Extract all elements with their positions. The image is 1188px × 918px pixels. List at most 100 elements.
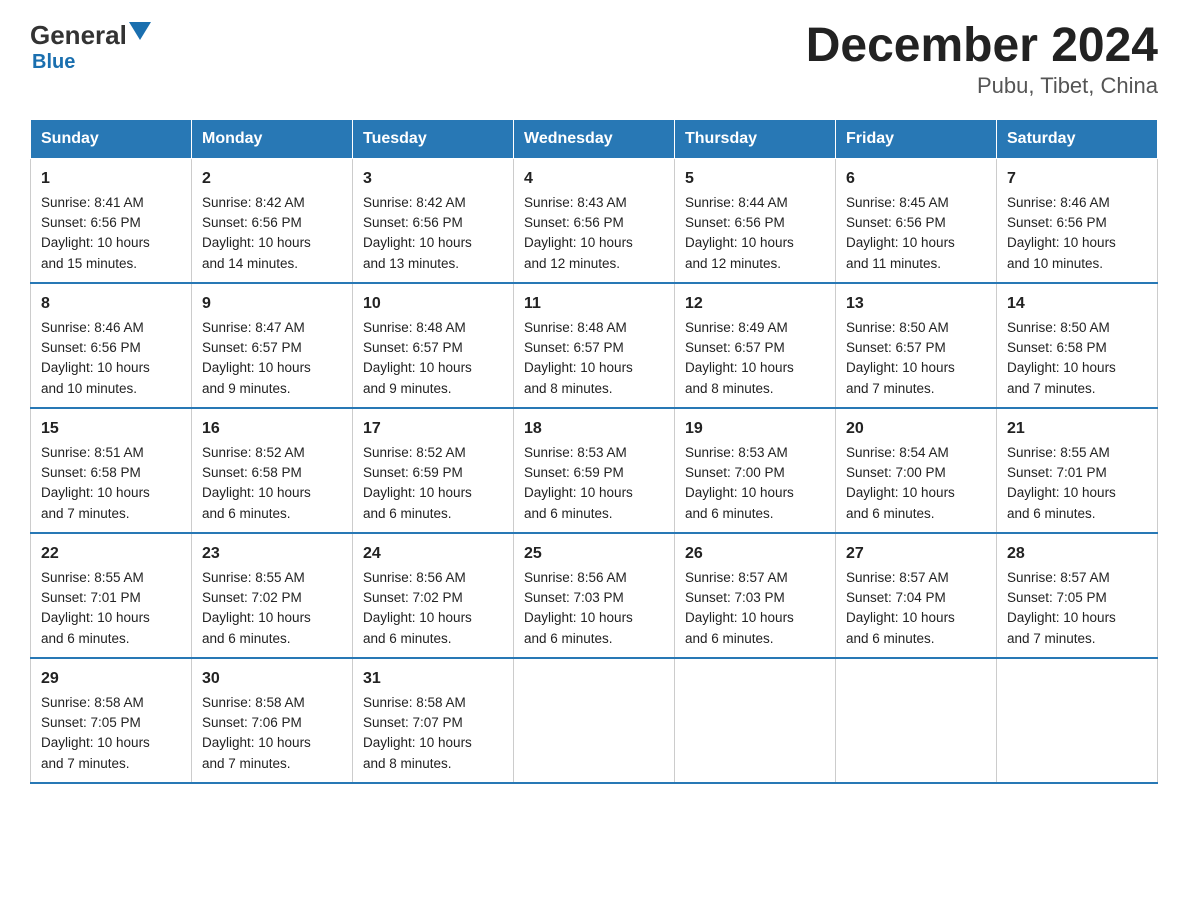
daylight-info: Daylight: 10 hours	[41, 735, 150, 750]
daylight-minutes: and 12 minutes.	[685, 256, 781, 271]
calendar-week-row: 22Sunrise: 8:55 AMSunset: 7:01 PMDayligh…	[31, 533, 1158, 658]
sunset-info: Sunset: 7:03 PM	[685, 590, 785, 605]
sunrise-info: Sunrise: 8:54 AM	[846, 445, 949, 460]
daylight-info: Daylight: 10 hours	[685, 485, 794, 500]
day-number: 3	[363, 167, 503, 191]
day-number: 30	[202, 667, 342, 691]
sunset-info: Sunset: 6:59 PM	[363, 465, 463, 480]
sunset-info: Sunset: 6:57 PM	[363, 340, 463, 355]
day-number: 2	[202, 167, 342, 191]
day-number: 21	[1007, 417, 1147, 441]
daylight-info: Daylight: 10 hours	[202, 610, 311, 625]
daylight-info: Daylight: 10 hours	[363, 735, 472, 750]
col-tuesday: Tuesday	[353, 119, 514, 158]
table-row	[675, 658, 836, 783]
daylight-minutes: and 6 minutes.	[363, 506, 452, 521]
sunset-info: Sunset: 7:01 PM	[41, 590, 141, 605]
sunrise-info: Sunrise: 8:57 AM	[685, 570, 788, 585]
daylight-minutes: and 6 minutes.	[41, 631, 130, 646]
sunset-info: Sunset: 6:56 PM	[685, 215, 785, 230]
table-row: 25Sunrise: 8:56 AMSunset: 7:03 PMDayligh…	[514, 533, 675, 658]
daylight-minutes: and 6 minutes.	[524, 631, 613, 646]
daylight-minutes: and 15 minutes.	[41, 256, 137, 271]
table-row: 12Sunrise: 8:49 AMSunset: 6:57 PMDayligh…	[675, 283, 836, 408]
table-row	[997, 658, 1158, 783]
sunrise-info: Sunrise: 8:41 AM	[41, 195, 144, 210]
day-number: 4	[524, 167, 664, 191]
sunset-info: Sunset: 7:06 PM	[202, 715, 302, 730]
sunrise-info: Sunrise: 8:48 AM	[524, 320, 627, 335]
calendar-header-row: Sunday Monday Tuesday Wednesday Thursday…	[31, 119, 1158, 158]
sunrise-info: Sunrise: 8:58 AM	[202, 695, 305, 710]
table-row: 15Sunrise: 8:51 AMSunset: 6:58 PMDayligh…	[31, 408, 192, 533]
sunrise-info: Sunrise: 8:50 AM	[1007, 320, 1110, 335]
sunset-info: Sunset: 6:56 PM	[363, 215, 463, 230]
sunset-info: Sunset: 6:56 PM	[846, 215, 946, 230]
daylight-info: Daylight: 10 hours	[1007, 610, 1116, 625]
day-number: 20	[846, 417, 986, 441]
day-number: 18	[524, 417, 664, 441]
daylight-info: Daylight: 10 hours	[41, 485, 150, 500]
sunrise-info: Sunrise: 8:51 AM	[41, 445, 144, 460]
sunset-info: Sunset: 6:58 PM	[1007, 340, 1107, 355]
calendar-week-row: 1Sunrise: 8:41 AMSunset: 6:56 PMDaylight…	[31, 158, 1158, 283]
sunrise-info: Sunrise: 8:58 AM	[41, 695, 144, 710]
calendar-week-row: 15Sunrise: 8:51 AMSunset: 6:58 PMDayligh…	[31, 408, 1158, 533]
sunrise-info: Sunrise: 8:42 AM	[202, 195, 305, 210]
daylight-minutes: and 9 minutes.	[202, 381, 291, 396]
daylight-minutes: and 6 minutes.	[202, 506, 291, 521]
daylight-minutes: and 6 minutes.	[685, 506, 774, 521]
sunrise-info: Sunrise: 8:49 AM	[685, 320, 788, 335]
logo-general-text: General	[30, 20, 127, 51]
sunrise-info: Sunrise: 8:43 AM	[524, 195, 627, 210]
daylight-info: Daylight: 10 hours	[41, 610, 150, 625]
day-number: 31	[363, 667, 503, 691]
sunset-info: Sunset: 7:02 PM	[363, 590, 463, 605]
calendar-table: Sunday Monday Tuesday Wednesday Thursday…	[30, 119, 1158, 784]
calendar-subtitle: Pubu, Tibet, China	[806, 73, 1158, 99]
table-row	[514, 658, 675, 783]
sunrise-info: Sunrise: 8:42 AM	[363, 195, 466, 210]
sunset-info: Sunset: 6:56 PM	[41, 215, 141, 230]
table-row: 19Sunrise: 8:53 AMSunset: 7:00 PMDayligh…	[675, 408, 836, 533]
day-number: 17	[363, 417, 503, 441]
sunrise-info: Sunrise: 8:55 AM	[202, 570, 305, 585]
sunset-info: Sunset: 6:56 PM	[41, 340, 141, 355]
table-row: 18Sunrise: 8:53 AMSunset: 6:59 PMDayligh…	[514, 408, 675, 533]
page-header: General Blue December 2024 Pubu, Tibet, …	[30, 20, 1158, 99]
sunrise-info: Sunrise: 8:57 AM	[846, 570, 949, 585]
daylight-info: Daylight: 10 hours	[363, 360, 472, 375]
sunrise-info: Sunrise: 8:56 AM	[524, 570, 627, 585]
day-number: 7	[1007, 167, 1147, 191]
daylight-minutes: and 9 minutes.	[363, 381, 452, 396]
table-row: 31Sunrise: 8:58 AMSunset: 7:07 PMDayligh…	[353, 658, 514, 783]
daylight-info: Daylight: 10 hours	[202, 735, 311, 750]
col-sunday: Sunday	[31, 119, 192, 158]
table-row: 20Sunrise: 8:54 AMSunset: 7:00 PMDayligh…	[836, 408, 997, 533]
col-thursday: Thursday	[675, 119, 836, 158]
daylight-info: Daylight: 10 hours	[846, 485, 955, 500]
daylight-minutes: and 6 minutes.	[524, 506, 613, 521]
sunset-info: Sunset: 6:56 PM	[202, 215, 302, 230]
calendar-title: December 2024	[806, 20, 1158, 73]
day-number: 28	[1007, 542, 1147, 566]
col-wednesday: Wednesday	[514, 119, 675, 158]
daylight-minutes: and 7 minutes.	[41, 506, 130, 521]
daylight-info: Daylight: 10 hours	[846, 360, 955, 375]
sunrise-info: Sunrise: 8:53 AM	[685, 445, 788, 460]
table-row: 3Sunrise: 8:42 AMSunset: 6:56 PMDaylight…	[353, 158, 514, 283]
day-number: 27	[846, 542, 986, 566]
daylight-minutes: and 10 minutes.	[1007, 256, 1103, 271]
sunrise-info: Sunrise: 8:46 AM	[1007, 195, 1110, 210]
col-saturday: Saturday	[997, 119, 1158, 158]
table-row: 23Sunrise: 8:55 AMSunset: 7:02 PMDayligh…	[192, 533, 353, 658]
daylight-minutes: and 12 minutes.	[524, 256, 620, 271]
table-row: 27Sunrise: 8:57 AMSunset: 7:04 PMDayligh…	[836, 533, 997, 658]
daylight-minutes: and 10 minutes.	[41, 381, 137, 396]
table-row: 4Sunrise: 8:43 AMSunset: 6:56 PMDaylight…	[514, 158, 675, 283]
daylight-info: Daylight: 10 hours	[846, 235, 955, 250]
table-row	[836, 658, 997, 783]
day-number: 6	[846, 167, 986, 191]
title-area: December 2024 Pubu, Tibet, China	[806, 20, 1158, 99]
daylight-minutes: and 6 minutes.	[846, 631, 935, 646]
